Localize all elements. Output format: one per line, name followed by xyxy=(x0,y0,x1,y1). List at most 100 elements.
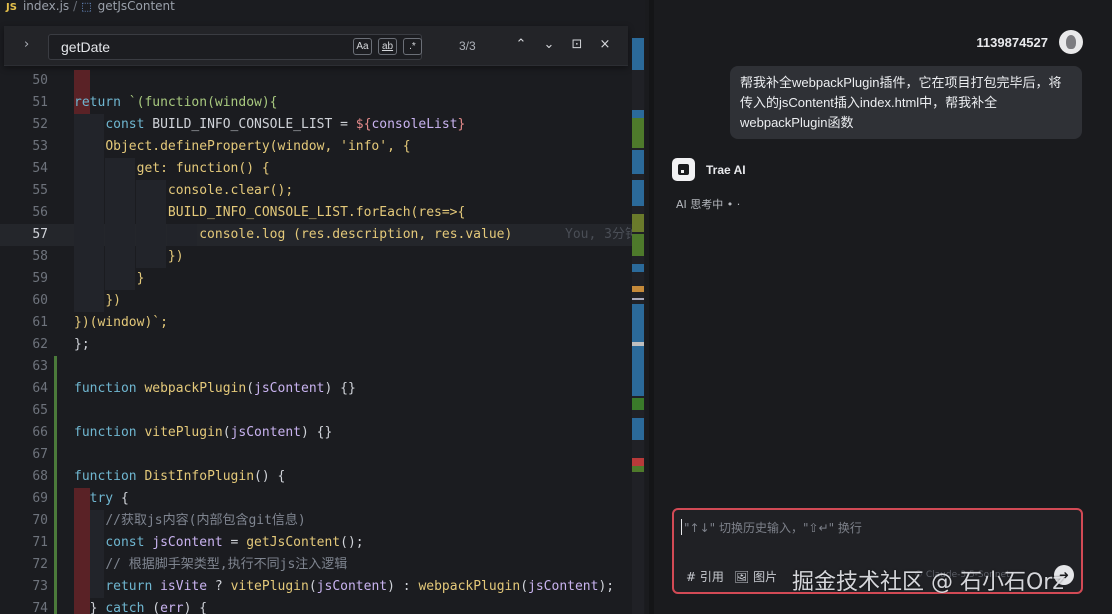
code-line[interactable]: 57 console.log (res.description, res.val… xyxy=(0,224,638,246)
line-number: 50 xyxy=(32,73,48,88)
code-lines[interactable]: 5051⌄return `(function(window){52 const … xyxy=(0,70,638,614)
code-text: function DistInfoPlugin() { xyxy=(74,469,286,484)
line-number: 57 xyxy=(32,227,48,242)
code-line[interactable]: 56⌄ BUILD_INFO_CONSOLE_LIST.forEach(res=… xyxy=(0,202,632,224)
minimap-marker xyxy=(632,346,644,396)
whole-word-toggle[interactable]: ab xyxy=(378,38,397,55)
minimap-marker xyxy=(632,458,644,466)
image-button-label: 图片 xyxy=(753,570,778,584)
code-text: function vitePlugin(jsContent) {} xyxy=(74,425,333,440)
minimap-marker xyxy=(632,398,644,410)
code-line[interactable]: 54⌄ get: function() { xyxy=(0,158,632,180)
breadcrumb-separator: / xyxy=(73,0,78,13)
minimap-marker xyxy=(632,298,644,300)
code-line[interactable]: 66 function vitePlugin(jsContent) {} xyxy=(0,422,632,444)
find-in-selection-icon[interactable]: ⊡ xyxy=(568,37,586,52)
code-text: const BUILD_INFO_CONSOLE_LIST = ${consol… xyxy=(105,117,466,132)
code-text: Object.defineProperty(window, 'info', { xyxy=(105,139,411,154)
code-line[interactable]: 63 xyxy=(0,356,632,378)
minimap-marker xyxy=(632,264,644,272)
minimap-scrollbar[interactable] xyxy=(632,38,644,614)
next-match-chevron-down-icon[interactable]: ⌄ xyxy=(540,37,558,52)
line-number: 59 xyxy=(32,271,48,286)
match-case-toggle[interactable]: Aa xyxy=(353,38,372,55)
code-text: }) xyxy=(105,293,121,308)
image-icon: 🖼 xyxy=(734,570,750,584)
code-line[interactable]: 51⌄return `(function(window){ xyxy=(0,92,632,114)
code-line[interactable]: 65 xyxy=(0,400,632,422)
line-number: 70 xyxy=(32,513,48,528)
line-number: 68 xyxy=(32,469,48,484)
minimap-marker xyxy=(632,466,644,472)
ai-chat-panel: 1139874527 帮我补全webpackPlugin插件，它在项目打包完毕后… xyxy=(654,0,1112,614)
minimap-marker xyxy=(632,118,644,148)
code-line[interactable]: 69⌄ try { xyxy=(0,488,632,510)
code-line[interactable]: 61 })(window)`; xyxy=(0,312,632,334)
line-number: 74 xyxy=(32,601,48,614)
code-line[interactable]: 70 //获取js内容(内部包含git信息) xyxy=(0,510,632,532)
breadcrumb-file[interactable]: index.js xyxy=(23,0,69,13)
code-text: BUILD_INFO_CONSOLE_LIST.forEach(res=>{ xyxy=(167,205,466,220)
modified-lines-indicator xyxy=(54,356,57,614)
line-number: 66 xyxy=(32,425,48,440)
git-blame-annotation: You, 3分钟 xyxy=(565,227,638,242)
code-line[interactable]: 72 // 根据脚手架类型,执行不同js注入逻辑 xyxy=(0,554,632,576)
code-text: }; xyxy=(74,337,90,352)
line-number: 71 xyxy=(32,535,48,550)
code-line[interactable]: 74⌄ } catch (err) { xyxy=(0,598,632,614)
line-number: 55 xyxy=(32,183,48,198)
code-line[interactable]: 59 } xyxy=(0,268,632,290)
code-line[interactable]: 68⌄function DistInfoPlugin() { xyxy=(0,466,632,488)
previous-match-chevron-up-icon[interactable]: ⌃ xyxy=(512,37,530,52)
code-line[interactable]: 53⌄ Object.defineProperty(window, 'info'… xyxy=(0,136,632,158)
line-number: 62 xyxy=(32,337,48,352)
code-text: } catch (err) { xyxy=(74,601,208,614)
diff-marker xyxy=(74,70,90,92)
find-widget: › getDate Aa ab .* 3/3 ⌃ ⌄ ⊡ × xyxy=(4,26,628,66)
line-number: 61 xyxy=(32,315,48,330)
toggle-replace-chevron-icon[interactable]: › xyxy=(24,37,29,52)
breadcrumb: JS index.js / ⬚ getJsContent xyxy=(0,0,645,14)
code-line[interactable]: 55 console.clear(); xyxy=(0,180,632,202)
code-line[interactable]: 62}; xyxy=(0,334,632,356)
minimap-marker xyxy=(632,418,644,440)
line-number: 72 xyxy=(32,557,48,572)
minimap-marker xyxy=(632,180,644,206)
code-text: get: function() { xyxy=(136,161,270,176)
code-line[interactable]: 64 function webpackPlugin(jsContent) {} xyxy=(0,378,632,400)
close-find-icon[interactable]: × xyxy=(596,37,614,52)
code-line[interactable]: 67 xyxy=(0,444,632,466)
line-number: 65 xyxy=(32,403,48,418)
chat-input-placeholder[interactable]: "↑↓" 切换历史输入，"⇧↵" 换行 xyxy=(681,519,862,536)
image-button[interactable]: 🖼 图片 xyxy=(734,568,777,585)
code-text: function webpackPlugin(jsContent) {} xyxy=(74,381,356,396)
code-line[interactable]: 73 return isVite ? vitePlugin(jsContent)… xyxy=(0,576,632,598)
line-number: 56 xyxy=(32,205,48,220)
line-number: 58 xyxy=(32,249,48,264)
line-number: 73 xyxy=(32,579,48,594)
code-text: const jsContent = getJsContent(); xyxy=(105,535,364,550)
quote-button[interactable]: # 引用 xyxy=(686,568,724,585)
minimap-marker xyxy=(632,234,644,256)
line-number: 63 xyxy=(32,359,48,374)
code-text: })(window)`; xyxy=(74,315,168,330)
code-line[interactable]: 50 xyxy=(0,70,632,92)
code-line[interactable]: 60 }) xyxy=(0,290,632,312)
line-number: 67 xyxy=(32,447,48,462)
code-text: console.clear(); xyxy=(167,183,294,198)
assistant-name: Trae AI xyxy=(706,163,746,177)
line-number: 64 xyxy=(32,381,48,396)
line-number: 60 xyxy=(32,293,48,308)
line-number: 51 xyxy=(32,95,48,110)
line-number: 69 xyxy=(32,491,48,506)
minimap-marker xyxy=(632,150,644,174)
line-number: 52 xyxy=(32,117,48,132)
user-name: 1139874527 xyxy=(976,35,1048,50)
minimap-marker xyxy=(632,38,644,70)
code-line[interactable]: 71 const jsContent = getJsContent(); xyxy=(0,532,632,554)
code-line[interactable]: 58 }) xyxy=(0,246,632,268)
regex-toggle[interactable]: .* xyxy=(403,38,422,55)
code-line[interactable]: 52 const BUILD_INFO_CONSOLE_LIST = ${con… xyxy=(0,114,632,136)
breadcrumb-symbol[interactable]: getJsContent xyxy=(98,0,175,13)
code-text: }) xyxy=(167,249,184,264)
